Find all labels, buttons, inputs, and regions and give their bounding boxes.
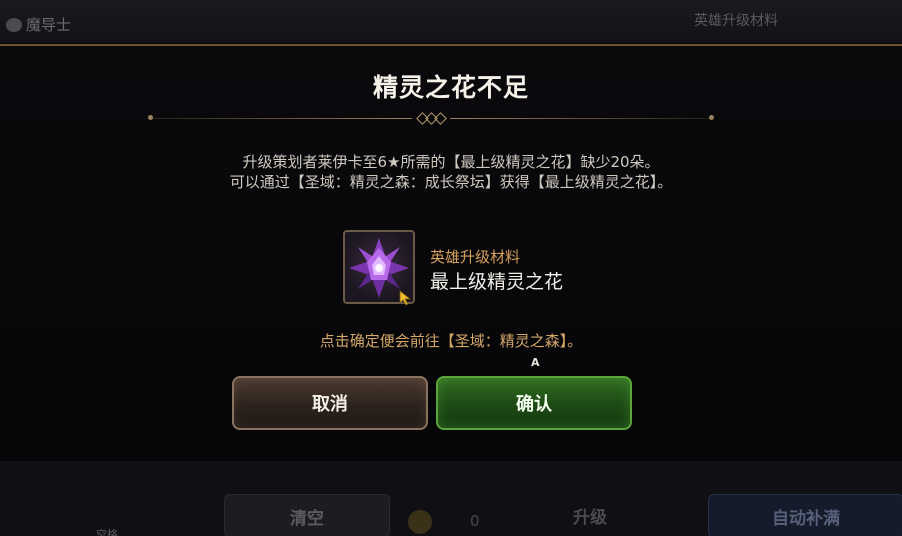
pointer-cursor-icon [399, 290, 412, 306]
upgrade-button[interactable]: 升级 [500, 494, 680, 536]
diamond-ornament-icon [416, 112, 447, 125]
message-line-2: 可以通过【圣域：精灵之森：成长祭坛】获得【最上级精灵之花】。 [229, 173, 673, 191]
item-category: 英雄升级材料 [430, 248, 521, 266]
confirm-button[interactable]: 确认 [436, 376, 632, 430]
app-logo: 魔导士 [6, 14, 71, 35]
item-name: 最上级精灵之花 [430, 271, 564, 293]
message-line-1: 升级策划者莱伊卡至6★所需的【最上级精灵之花】缺少20朵。 [242, 153, 660, 171]
coin-amount: 0 [470, 512, 480, 530]
navigation-hint: 点击确定便会前往【圣域：精灵之森】。 [319, 332, 583, 350]
paw-icon [6, 17, 22, 32]
clear-button[interactable]: 清空 [224, 494, 390, 536]
materials-tab-label: 英雄升级材料 [694, 13, 778, 29]
empty-slot-label: 空格 [96, 528, 118, 536]
logo-text: 魔导士 [26, 16, 72, 34]
dialog-message: 升级策划者莱伊卡至6★所需的【最上级精灵之花】缺少20朵。 可以通过【圣域：精灵… [0, 152, 902, 192]
ornamental-divider [148, 112, 714, 125]
insufficient-material-dialog: 精灵之花不足 升级策划者莱伊卡至6★所需的【最上级精灵之花】缺少20朵。 可以通… [0, 44, 902, 460]
autofill-button[interactable]: 自动补满 [708, 494, 902, 536]
confirm-key-hint: A [531, 356, 540, 369]
gold-coin-icon [408, 510, 432, 534]
cancel-button[interactable]: 取消 [232, 376, 428, 430]
dialog-title: 精灵之花不足 [372, 73, 529, 102]
